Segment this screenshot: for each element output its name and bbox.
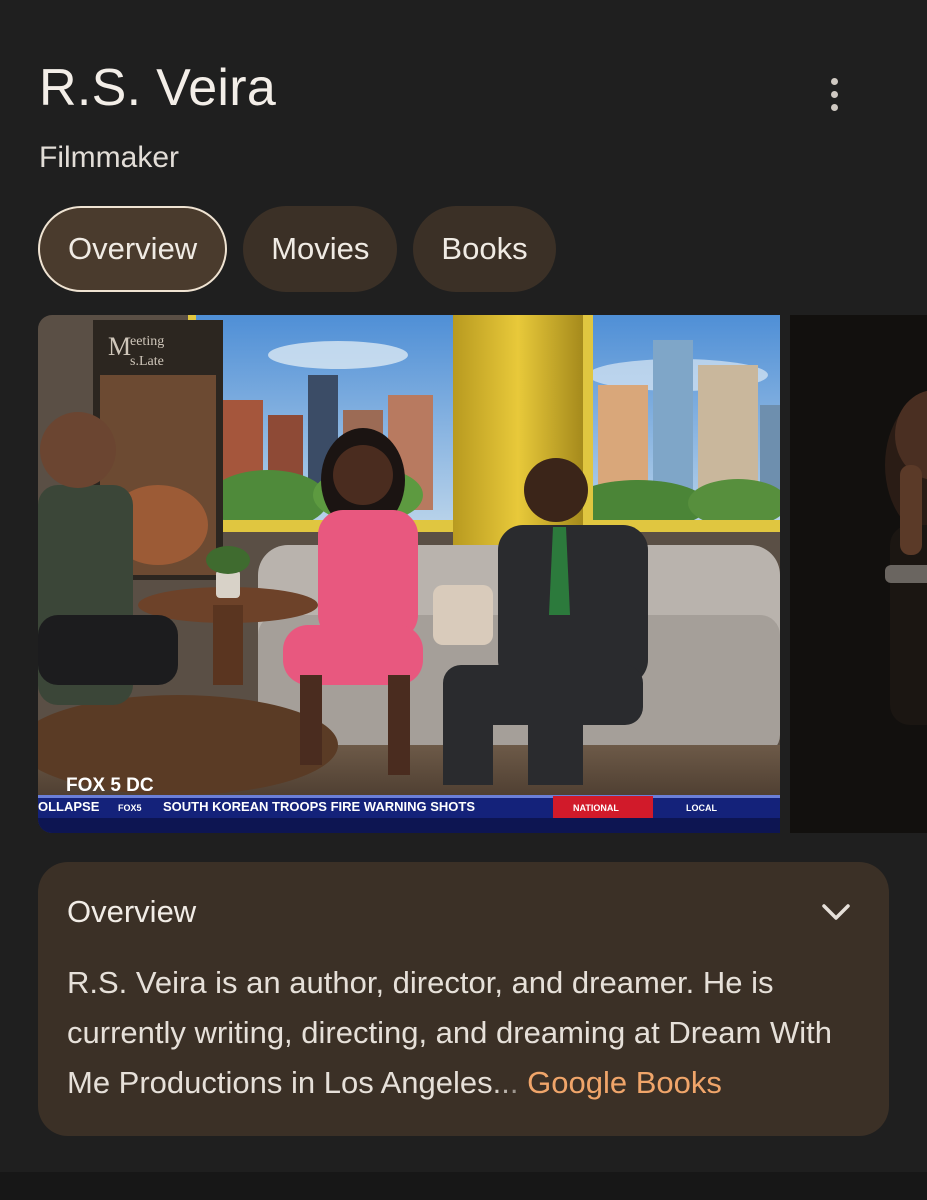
portrait-illustration [790, 315, 927, 833]
tv-studio-illustration: M eeting s.Late FOX 5 DC OLLAPSE FOX5 SO… [38, 315, 780, 833]
tab-bar: Overview Movies Books [38, 206, 556, 292]
page-title: R.S. Veira [39, 59, 277, 117]
watermark-text: FOX 5 DC [66, 775, 154, 796]
svg-text:s.Late: s.Late [130, 354, 164, 369]
more-vert-icon-dot [830, 90, 838, 98]
entity-subtitle: Filmmaker [39, 141, 179, 174]
expand-button[interactable] [814, 890, 858, 934]
bottom-edge [0, 1172, 927, 1200]
ticker-national: NATIONAL [573, 803, 619, 813]
more-vert-icon-dot [830, 103, 838, 111]
ticker-logo: FOX5 [118, 803, 142, 813]
more-options-button[interactable] [812, 72, 856, 116]
google-books-link[interactable]: Google Books [527, 1065, 722, 1100]
knowledge-panel: R.S. Veira Filmmaker Overview Movies Boo… [0, 0, 927, 1200]
ticker-local: LOCAL [686, 803, 717, 813]
ticker-lead: OLLAPSE [38, 799, 100, 814]
tab-movies[interactable]: Movies [243, 206, 398, 292]
tab-books[interactable]: Books [413, 206, 556, 292]
overview-card: Overview R.S. Veira is an author, direct… [38, 862, 889, 1136]
tv-interview-photo[interactable]: M eeting s.Late FOX 5 DC OLLAPSE FOX5 SO… [38, 315, 780, 833]
tab-overview[interactable]: Overview [38, 206, 228, 292]
overview-text-faded: les... [453, 1065, 519, 1100]
image-carousel: M eeting s.Late FOX 5 DC OLLAPSE FOX5 SO… [38, 315, 927, 833]
svg-text:eeting: eeting [130, 334, 164, 349]
more-vert-icon [830, 77, 838, 85]
ticker-headline: SOUTH KOREAN TROOPS FIRE WARNING SHOTS [163, 799, 475, 814]
portrait-photo[interactable] [790, 315, 927, 833]
overview-description: R.S. Veira is an author, director, and d… [67, 958, 867, 1108]
overview-title: Overview [67, 894, 197, 929]
svg-text:M: M [108, 332, 131, 361]
chevron-down-icon [822, 904, 850, 920]
